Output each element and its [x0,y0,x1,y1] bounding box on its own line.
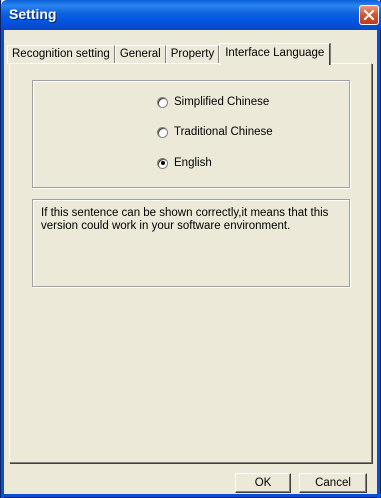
info-box: If this sentence can be shown correctly,… [32,199,350,287]
settings-dialog: Setting Recognition setting General Prop… [0,0,381,498]
tab-recognition-setting[interactable]: Recognition setting [7,45,115,64]
ok-button[interactable]: OK [235,473,291,493]
language-group: Simplified Chinese Traditional Chinese E… [32,80,350,188]
radio-button-checked[interactable] [157,157,168,169]
radio-english[interactable]: English [157,155,212,171]
interface-language-panel: Simplified Chinese Traditional Chinese E… [9,63,372,463]
radio-label: English [174,157,212,169]
radio-button[interactable] [157,126,168,138]
tab-strip: Recognition setting General Property Int… [7,42,331,65]
radio-button[interactable] [157,96,168,108]
window-frame-right [377,30,380,498]
cancel-button[interactable]: Cancel [299,473,367,493]
radio-label: Simplified Chinese [174,96,270,108]
close-button[interactable] [359,5,379,25]
window-frame-left [1,30,4,498]
window-title: Setting [9,6,57,22]
tab-interface-language[interactable]: Interface Language [219,43,331,65]
window-frame-bottom [1,494,381,497]
title-bar[interactable]: Setting [1,0,381,30]
close-icon [363,9,375,21]
radio-label: Traditional Chinese [174,126,273,138]
tab-property[interactable]: Property [165,45,220,64]
radio-simplified-chinese[interactable]: Simplified Chinese [157,94,269,110]
tab-general[interactable]: General [114,45,166,64]
compatibility-message: If this sentence can be shown correctly,… [41,207,329,232]
radio-traditional-chinese[interactable]: Traditional Chinese [157,124,273,140]
